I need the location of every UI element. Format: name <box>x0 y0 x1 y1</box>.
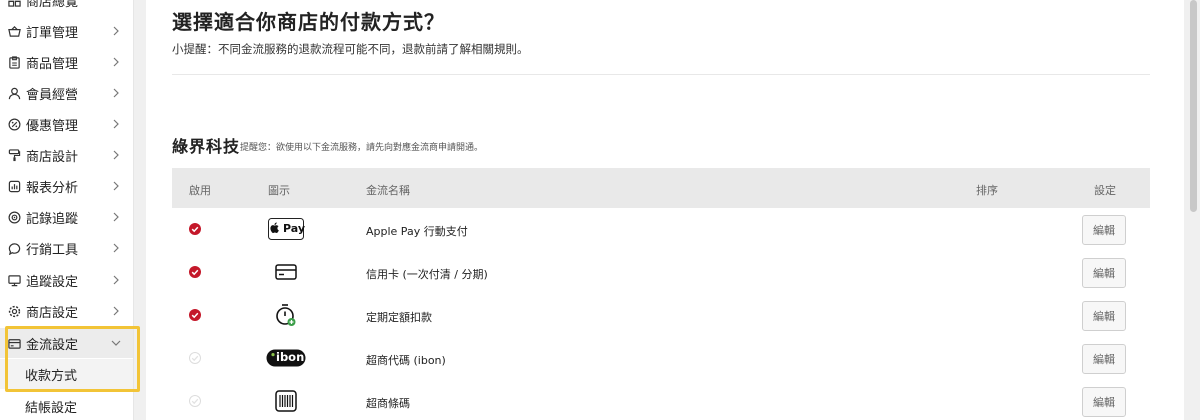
sidebar-item-products[interactable]: 商品管理 <box>0 47 133 77</box>
chevron-right-icon <box>112 119 120 129</box>
sidebar-item-label: 商品管理 <box>26 56 79 72</box>
table-row: 定期定額扣款 編輯 <box>172 294 1150 337</box>
enabled-check-icon[interactable] <box>189 309 201 321</box>
sidebar-item-payment-settings[interactable]: 金流設定 <box>0 328 133 358</box>
sidebar-item-orders[interactable]: 訂單管理 <box>0 16 133 46</box>
payment-table: 啟用 圖示 金流名稱 排序 設定 Pay Apple Pay 行動支付 編輯 信… <box>172 168 1150 420</box>
chevron-right-icon <box>112 26 120 36</box>
sidebar-item-label: 優惠管理 <box>26 118 79 134</box>
sidebar-item-label: 商店總覽 <box>26 0 79 10</box>
main-panel: 選擇適合你商店的付款方式？ 小提醒：不同金流服務的退款流程可能不同，退款前請了解… <box>146 0 1184 420</box>
sidebar-subitem-checkout-settings[interactable]: 結帳設定 <box>0 391 133 420</box>
sidebar-item-members[interactable]: 會員經營 <box>0 78 133 108</box>
table-row: Pay Apple Pay 行動支付 編輯 <box>172 208 1150 251</box>
chevron-right-icon <box>112 57 120 67</box>
chevron-right-icon <box>112 212 120 222</box>
grid-icon <box>8 0 21 7</box>
sidebar-item-label: 商店設計 <box>26 149 79 165</box>
table-row: 超商條碼 編輯 <box>172 380 1150 420</box>
payment-name: 信用卡 (一次付清 / 分期) <box>366 268 488 281</box>
payment-name: Apple Pay 行動支付 <box>366 225 468 238</box>
page-title: 選擇適合你商店的付款方式？ <box>172 10 445 34</box>
chart-icon <box>8 180 21 193</box>
chevron-down-icon <box>111 339 121 347</box>
sidebar-subitem-label: 結帳設定 <box>25 400 78 416</box>
sidebar-item-design[interactable]: 商店設計 <box>0 140 133 170</box>
megaphone-icon <box>8 242 21 255</box>
disabled-check-icon[interactable] <box>189 352 201 364</box>
table-header: 啟用 圖示 金流名稱 排序 設定 <box>172 168 1150 208</box>
edit-button[interactable]: 編輯 <box>1082 387 1126 417</box>
disabled-check-icon[interactable] <box>189 395 201 407</box>
sidebar: 商店總覽 訂單管理 商品管理 會員經營 優惠管理 商店設計 報表分析 記錄追蹤 … <box>0 0 134 420</box>
payment-name: 超商條碼 <box>366 397 410 410</box>
apple-pay-icon: Pay <box>268 218 306 240</box>
apple-pay-logo-text: Pay <box>283 222 306 235</box>
table-row: ibon 超商代碼 (ibon) 編輯 <box>172 337 1150 380</box>
header-order: 排序 <box>976 184 998 197</box>
page-tip: 小提醒：不同金流服務的退款流程可能不同，退款前請了解相關規則。 <box>172 42 529 56</box>
gear-icon <box>8 305 21 318</box>
clipboard-icon <box>8 55 21 69</box>
discount-icon <box>8 118 21 131</box>
sidebar-item-tracking-settings[interactable]: 追蹤設定 <box>0 265 133 295</box>
header-icon: 圖示 <box>268 184 290 197</box>
sidebar-item-label: 商店設定 <box>26 305 79 321</box>
paint-roller-icon <box>8 148 21 162</box>
chevron-right-icon <box>112 306 120 316</box>
scrollbar-thumb[interactable] <box>1190 0 1197 212</box>
section-title: 綠界科技 <box>172 137 241 156</box>
sidebar-item-tracking-log[interactable]: 記錄追蹤 <box>0 202 133 232</box>
sidebar-item-reports[interactable]: 報表分析 <box>0 171 133 201</box>
header-enabled: 啟用 <box>189 184 211 197</box>
enabled-check-icon[interactable] <box>189 223 201 235</box>
payment-name: 超商代碼 (ibon) <box>366 354 446 367</box>
scrollbar[interactable] <box>1188 0 1200 420</box>
enabled-check-icon[interactable] <box>189 266 201 278</box>
sidebar-item-discounts[interactable]: 優惠管理 <box>0 109 133 139</box>
chevron-right-icon <box>112 181 120 191</box>
sidebar-item-marketing[interactable]: 行銷工具 <box>0 233 133 263</box>
credit-card-icon <box>268 261 304 283</box>
payment-name: 定期定額扣款 <box>366 311 432 324</box>
divider <box>172 74 1150 75</box>
sidebar-item-label: 報表分析 <box>26 180 79 196</box>
timer-icon <box>268 304 304 326</box>
chevron-right-icon <box>112 150 120 160</box>
sidebar-subitem-label: 收款方式 <box>25 368 78 384</box>
user-icon <box>8 87 21 100</box>
section-note: 提醒您：欲使用以下金流服務，請先向對應金流商申請開通。 <box>240 143 484 153</box>
sidebar-item-label: 訂單管理 <box>26 25 79 41</box>
ibon-icon: ibon <box>266 347 306 369</box>
monitor-icon <box>8 274 21 287</box>
chevron-right-icon <box>112 88 120 98</box>
sidebar-item-store-settings[interactable]: 商店設定 <box>0 296 133 326</box>
barcode-icon <box>268 390 304 412</box>
ibon-logo-text: ibon <box>276 350 305 364</box>
sidebar-subitem-payment-methods[interactable]: 收款方式 <box>0 359 133 389</box>
edit-button[interactable]: 編輯 <box>1082 258 1126 288</box>
target-icon <box>8 211 21 224</box>
sidebar-item-label: 行銷工具 <box>26 242 79 258</box>
header-name: 金流名稱 <box>366 184 410 197</box>
edit-button[interactable]: 編輯 <box>1082 344 1126 374</box>
basket-icon <box>8 25 21 38</box>
edit-button[interactable]: 編輯 <box>1082 215 1126 245</box>
edit-button[interactable]: 編輯 <box>1082 301 1126 331</box>
header-settings: 設定 <box>1094 184 1116 197</box>
table-row: 信用卡 (一次付清 / 分期) 編輯 <box>172 251 1150 294</box>
card-icon <box>8 337 21 350</box>
sidebar-item-label: 會員經營 <box>26 87 79 103</box>
sidebar-item-label: 金流設定 <box>26 337 79 353</box>
sidebar-item-overview[interactable]: 商店總覽 <box>0 0 133 15</box>
chevron-right-icon <box>112 275 120 285</box>
sidebar-item-label: 追蹤設定 <box>26 274 79 290</box>
sidebar-item-label: 記錄追蹤 <box>26 211 79 227</box>
chevron-right-icon <box>112 243 120 253</box>
